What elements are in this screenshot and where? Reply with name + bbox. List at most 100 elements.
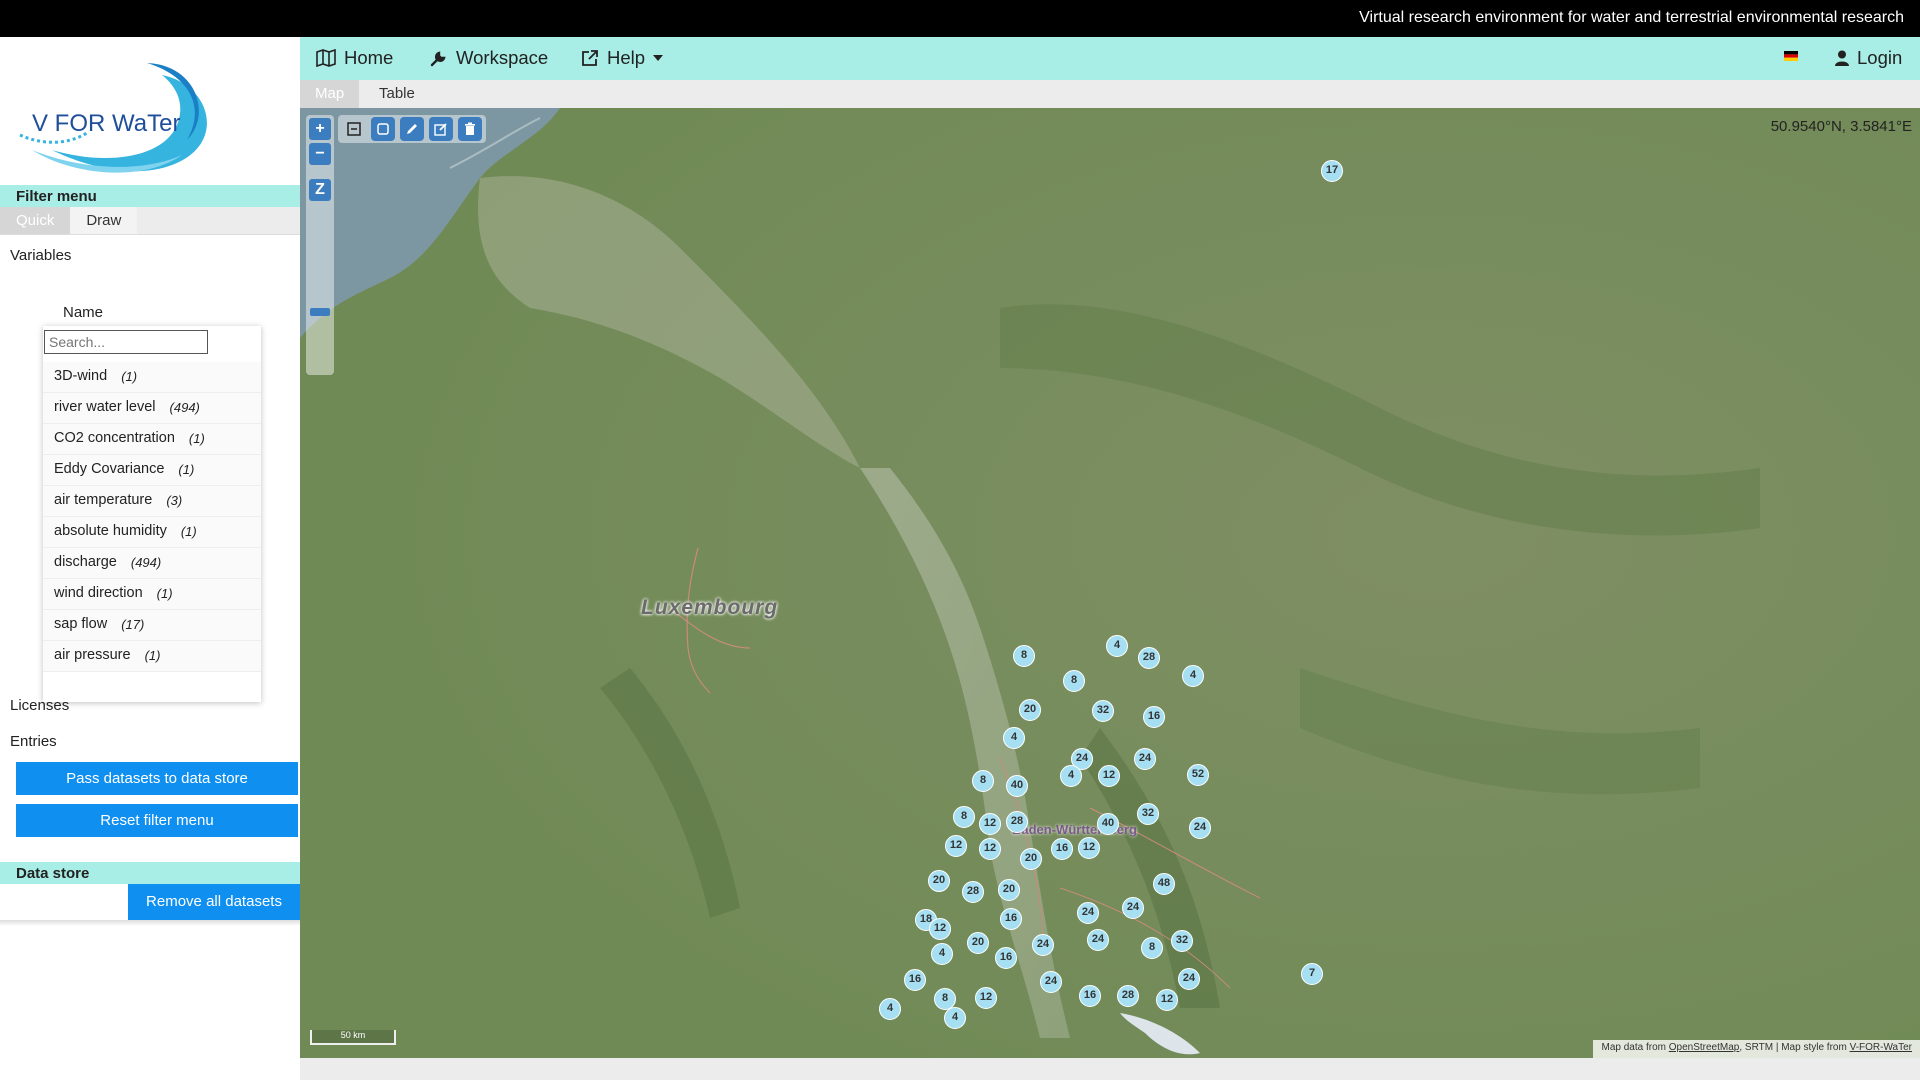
data-store-header: Data store	[0, 862, 300, 884]
reset-filter-button[interactable]: Reset filter menu	[16, 804, 298, 837]
cluster-marker[interactable]: 32	[1092, 700, 1114, 722]
v-for-water-link[interactable]: V-FOR-WaTer	[1850, 1042, 1912, 1053]
cluster-marker[interactable]: 12	[979, 838, 1001, 860]
cluster-marker[interactable]: 28	[962, 881, 984, 903]
cluster-marker[interactable]: 16	[904, 969, 926, 991]
variable-count: (1)	[188, 431, 205, 446]
cluster-marker[interactable]: 12	[1156, 989, 1178, 1011]
list-item[interactable]: air pressure (1)	[43, 641, 261, 672]
cluster-marker[interactable]: 20	[998, 879, 1020, 901]
cluster-marker[interactable]: 8	[953, 806, 975, 828]
list-item[interactable]: discharge (494)	[43, 548, 261, 579]
cluster-marker[interactable]: 4	[1182, 665, 1204, 687]
nav-home[interactable]: Home	[316, 47, 393, 69]
cluster-marker[interactable]: 24	[1189, 817, 1211, 839]
cluster-marker[interactable]: 8	[1063, 670, 1085, 692]
cluster-marker[interactable]: 7	[1301, 963, 1323, 985]
cluster-marker[interactable]: 16	[1143, 706, 1165, 728]
cluster-marker[interactable]: 12	[945, 835, 967, 857]
cluster-marker[interactable]: 24	[1032, 934, 1054, 956]
nav-help[interactable]: Help	[581, 47, 664, 69]
cluster-marker[interactable]: 20	[1019, 699, 1041, 721]
list-item[interactable]: air temperature (3)	[43, 486, 261, 517]
variable-count: (1)	[180, 524, 197, 539]
draw-rectangle-icon[interactable]	[371, 117, 395, 141]
cluster-marker[interactable]: 4	[1106, 635, 1128, 657]
collapse-icon[interactable]	[342, 117, 366, 141]
variable-count: (1)	[144, 648, 161, 663]
zoom-to-extent-button[interactable]: Z	[309, 179, 331, 201]
list-item[interactable]: absolute humidity (1)	[43, 517, 261, 548]
cluster-marker[interactable]: 24	[1122, 897, 1144, 919]
trash-icon[interactable]	[458, 117, 482, 141]
cluster-marker[interactable]: 20	[1020, 848, 1042, 870]
tab-quick[interactable]: Quick	[0, 207, 71, 234]
variable-name: 3D-wind	[54, 368, 108, 384]
cluster-marker[interactable]: 12	[929, 918, 951, 940]
nav-workspace[interactable]: Workspace	[430, 47, 548, 69]
pass-datasets-button[interactable]: Pass datasets to data store	[16, 762, 298, 795]
list-item[interactable]: river water level (494)	[43, 393, 261, 424]
cluster-marker[interactable]: 24	[1178, 968, 1200, 990]
cluster-marker[interactable]: 32	[1137, 803, 1159, 825]
nav-login[interactable]: Login	[1835, 47, 1902, 69]
cluster-marker[interactable]: 48	[1153, 873, 1175, 895]
cluster-marker[interactable]: 4	[931, 943, 953, 965]
cluster-marker[interactable]: 4	[1060, 765, 1082, 787]
cluster-marker[interactable]: 24	[1087, 929, 1109, 951]
list-item[interactable]: sap flow (17)	[43, 610, 261, 641]
list-item[interactable]: CO2 concentration (1)	[43, 424, 261, 455]
variables-label[interactable]: Variables	[10, 247, 71, 264]
variable-search-input[interactable]	[44, 330, 208, 354]
draw-pencil-icon[interactable]	[400, 117, 424, 141]
licenses-label[interactable]: Licenses	[10, 697, 69, 714]
cluster-marker[interactable]: 12	[1078, 837, 1100, 859]
cluster-marker[interactable]: 28	[1006, 811, 1028, 833]
cluster-marker[interactable]: 12	[975, 987, 997, 1009]
cluster-marker[interactable]: 4	[944, 1007, 966, 1029]
cluster-marker[interactable]: 16	[1051, 838, 1073, 860]
cluster-marker[interactable]: 28	[1117, 985, 1139, 1007]
cluster-marker[interactable]: 24	[1077, 902, 1099, 924]
tab-map[interactable]: Map	[300, 80, 360, 108]
tab-table[interactable]: Table	[364, 80, 430, 108]
cluster-marker[interactable]: 16	[1079, 985, 1101, 1007]
cluster-marker[interactable]: 24	[1134, 748, 1156, 770]
variable-count: (494)	[130, 555, 162, 570]
cluster-marker[interactable]: 40	[1097, 813, 1119, 835]
cluster-marker[interactable]: 20	[928, 870, 950, 892]
list-item[interactable]: 3D-wind (1)	[43, 362, 261, 393]
cluster-marker[interactable]: 24	[1040, 971, 1062, 993]
zoom-slider-thumb[interactable]	[310, 308, 330, 316]
cluster-marker[interactable]: 16	[1000, 908, 1022, 930]
zoom-in-button[interactable]: +	[309, 118, 331, 140]
entries-label[interactable]: Entries	[10, 733, 57, 750]
top-bar: Virtual research environment for water a…	[0, 0, 1920, 37]
cluster-marker[interactable]: 40	[1006, 775, 1028, 797]
cluster-marker[interactable]: 8	[1013, 645, 1035, 667]
cluster-marker[interactable]: 17	[1321, 160, 1343, 182]
cluster-marker[interactable]: 16	[995, 947, 1017, 969]
edit-shape-icon[interactable]	[429, 117, 453, 141]
cluster-marker[interactable]: 20	[967, 932, 989, 954]
zoom-out-button[interactable]: −	[309, 143, 331, 165]
remove-all-datasets-button[interactable]: Remove all datasets	[128, 884, 300, 920]
cluster-marker[interactable]: 8	[1141, 937, 1163, 959]
cluster-marker[interactable]: 12	[1098, 765, 1120, 787]
cluster-marker[interactable]: 12	[979, 813, 1001, 835]
osm-link[interactable]: OpenStreetMap	[1669, 1042, 1740, 1053]
cluster-marker[interactable]: 28	[1138, 647, 1160, 669]
language-flag-de[interactable]	[1784, 51, 1798, 61]
cluster-marker[interactable]: 52	[1187, 764, 1209, 786]
cluster-marker[interactable]: 8	[972, 770, 994, 792]
cluster-marker[interactable]: 32	[1171, 930, 1193, 952]
list-item[interactable]: Eddy Covariance (1)	[43, 455, 261, 486]
map-canvas[interactable]: + − Z 50.9540°N, 3.5841°E Luxembourg Bad…	[300, 108, 1920, 1058]
variable-name: absolute humidity	[54, 523, 167, 539]
list-item[interactable]: wind direction (1)	[43, 579, 261, 610]
v-for-water-logo[interactable]: V FOR WaTer	[12, 55, 222, 177]
tab-draw[interactable]: Draw	[70, 207, 138, 234]
cluster-marker[interactable]: 4	[879, 998, 901, 1020]
cluster-marker[interactable]: 4	[1003, 727, 1025, 749]
nav-workspace-label: Workspace	[456, 47, 549, 68]
